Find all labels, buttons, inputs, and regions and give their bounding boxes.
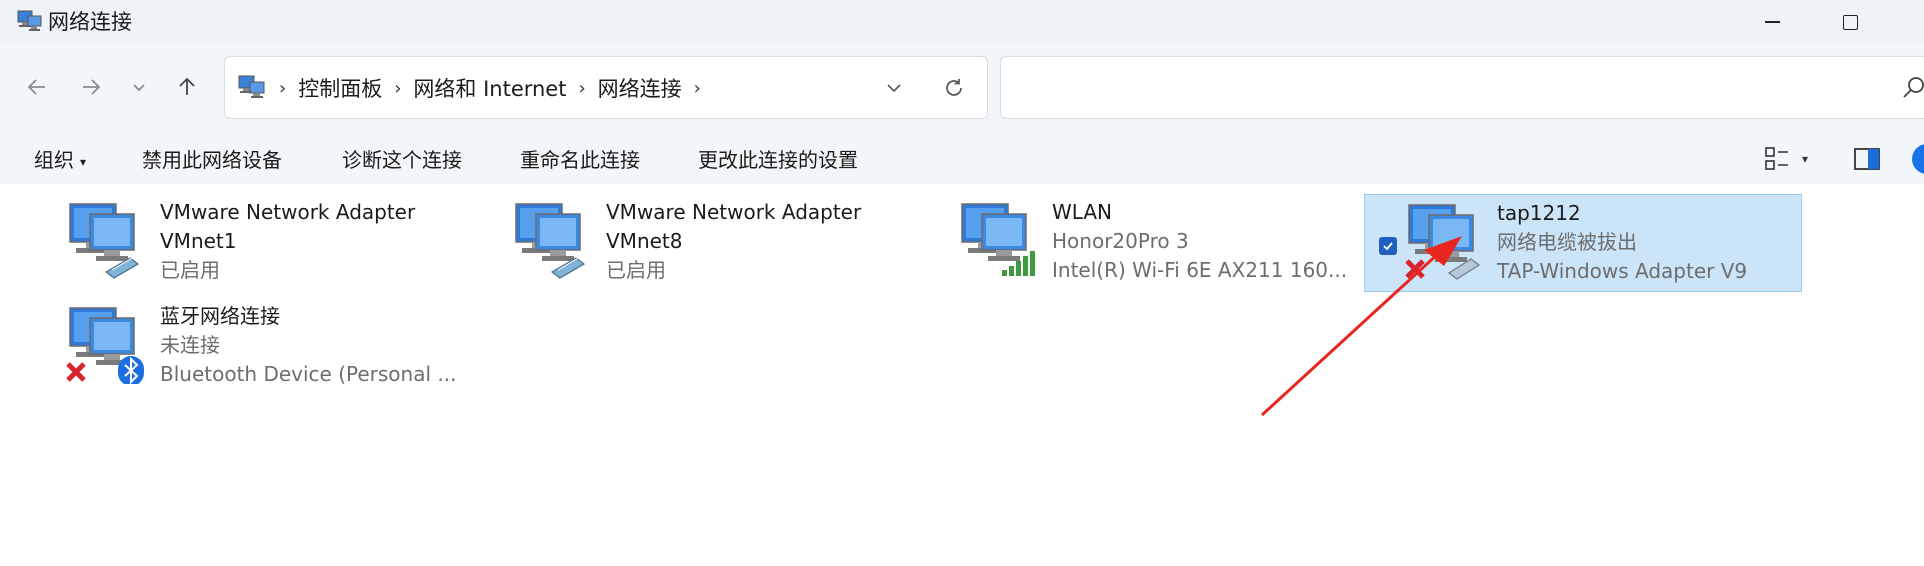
list-item[interactable]: VMware Network Adapter VMnet1 已启用 xyxy=(62,194,482,290)
preview-pane-button[interactable] xyxy=(1852,144,1882,174)
address-dropdown-button[interactable] xyxy=(877,71,911,105)
minimize-button[interactable] xyxy=(1744,0,1800,44)
maximize-button[interactable] xyxy=(1822,0,1878,44)
checkmark-icon xyxy=(1383,242,1393,251)
chevron-right-icon[interactable]: › xyxy=(390,78,405,99)
command-bar: 组织 ▾ 禁用此网络设备 诊断这个连接 重命名此连接 更改此连接的设置 ▾ xyxy=(0,132,1924,185)
bluetooth-adapter-icon xyxy=(66,307,144,384)
connection-status: 网络电缆被拔出 xyxy=(1497,230,1637,254)
list-item[interactable]: VMware Network Adapter VMnet8 已启用 xyxy=(508,194,928,290)
rename-connection-button[interactable]: 重命名此连接 xyxy=(520,144,640,173)
list-item-selected[interactable]: tap1212 网络电缆被拔出 TAP-Windows Adapter V9 xyxy=(1364,194,1802,292)
selection-checkbox[interactable] xyxy=(1379,237,1397,255)
arrow-up-icon xyxy=(179,77,195,95)
connection-status: 未连接 xyxy=(160,333,220,357)
search-icon xyxy=(1903,77,1924,98)
network-adapter-icon xyxy=(69,203,140,279)
breadcrumb-network-internet[interactable]: 网络和 Internet xyxy=(405,73,574,103)
preview-pane-icon xyxy=(1854,148,1880,170)
connection-device: Bluetooth Device (Personal ... xyxy=(160,362,457,386)
network-connections-icon xyxy=(17,10,42,31)
chevron-right-icon[interactable]: › xyxy=(690,78,705,99)
diagnose-connection-button[interactable]: 诊断这个连接 xyxy=(342,144,462,173)
disable-device-button[interactable]: 禁用此网络设备 xyxy=(142,144,282,173)
change-settings-button[interactable]: 更改此连接的设置 xyxy=(698,144,858,173)
chevron-down-icon xyxy=(887,84,901,93)
connection-status: 已启用 xyxy=(606,258,666,282)
connection-name-cont: VMnet8 xyxy=(606,229,683,253)
change-view-button[interactable]: ▾ xyxy=(1764,142,1826,176)
connections-view: VMware Network Adapter VMnet1 已启用 VMware… xyxy=(0,184,1924,566)
help-icon[interactable] xyxy=(1912,144,1924,174)
breadcrumb-network-connections[interactable]: 网络连接 xyxy=(590,73,690,103)
connection-device: Intel(R) Wi-Fi 6E AX211 160... xyxy=(1052,258,1348,282)
caret-down-icon: ▾ xyxy=(1802,152,1809,166)
arrow-left-icon xyxy=(27,79,45,95)
connection-status: 已启用 xyxy=(160,258,220,282)
connection-name-cont: VMnet1 xyxy=(160,229,237,253)
organize-menu[interactable]: 组织 ▾ xyxy=(34,144,86,173)
connection-name: WLAN xyxy=(1052,200,1113,224)
wifi-adapter-icon xyxy=(961,203,1035,276)
caret-down-icon: ▾ xyxy=(80,154,87,169)
search-input[interactable] xyxy=(1000,56,1924,119)
arrow-right-icon xyxy=(83,79,101,95)
disconnected-adapter-icon xyxy=(1405,204,1481,280)
window-title: 网络连接 xyxy=(48,10,132,34)
organize-label: 组织 xyxy=(34,148,74,172)
list-item[interactable]: WLAN Honor20Pro 3 Intel(R) Wi-Fi 6E AX21… xyxy=(954,194,1374,290)
refresh-button[interactable] xyxy=(937,71,971,105)
connection-status: Honor20Pro 3 xyxy=(1052,229,1189,253)
refresh-icon xyxy=(946,79,962,96)
maximize-icon xyxy=(1842,14,1858,30)
breadcrumb: › 控制面板 › 网络和 Internet › 网络连接 › xyxy=(275,73,705,103)
view-layout-icon xyxy=(1765,147,1788,170)
recent-locations-button[interactable] xyxy=(122,66,156,108)
back-button[interactable] xyxy=(20,66,54,108)
title-bar: 网络连接 xyxy=(0,0,1924,44)
connection-name: 蓝牙网络连接 xyxy=(160,304,280,328)
forward-button[interactable] xyxy=(74,66,108,108)
address-bar[interactable]: › 控制面板 › 网络和 Internet › 网络连接 › xyxy=(224,56,988,119)
chevron-right-icon[interactable]: › xyxy=(275,78,290,99)
chevron-right-icon[interactable]: › xyxy=(574,78,589,99)
minimize-icon xyxy=(1764,21,1780,23)
connection-name: VMware Network Adapter xyxy=(160,200,416,224)
breadcrumb-control-panel[interactable]: 控制面板 xyxy=(290,73,390,103)
list-item[interactable]: 蓝牙网络连接 未连接 Bluetooth Device (Personal ..… xyxy=(62,298,482,394)
connection-device: TAP-Windows Adapter V9 xyxy=(1497,259,1748,283)
chevron-down-icon xyxy=(133,84,145,92)
connection-name: tap1212 xyxy=(1497,201,1581,225)
connection-name: VMware Network Adapter xyxy=(606,200,862,224)
network-adapter-icon xyxy=(515,203,586,279)
network-connections-icon xyxy=(238,75,265,98)
up-button[interactable] xyxy=(170,66,204,108)
